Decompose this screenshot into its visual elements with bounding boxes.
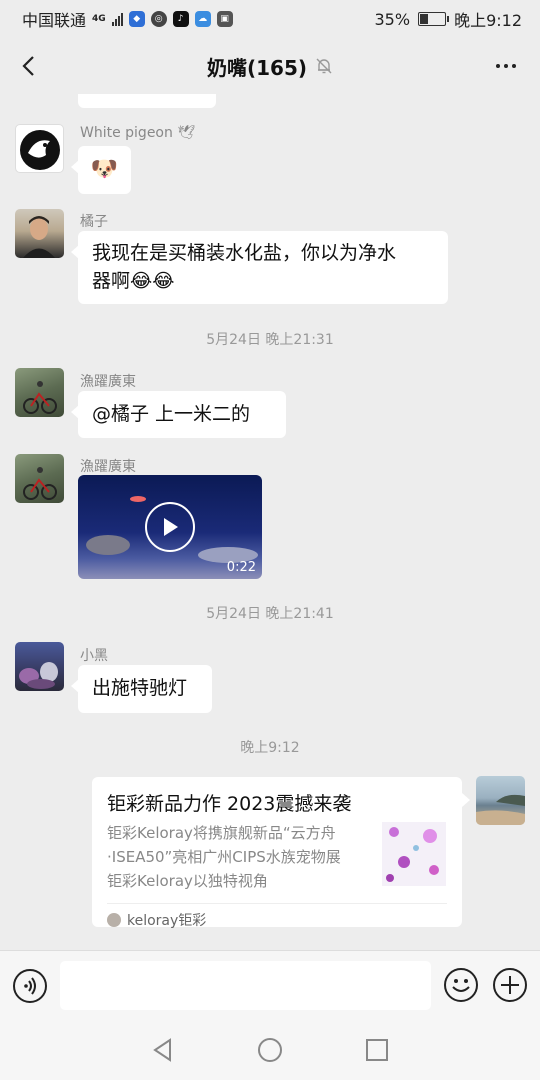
time-separator: 晚上9:12 bbox=[240, 740, 300, 756]
seaside-photo-icon bbox=[476, 794, 525, 825]
message-bubble[interactable]: @橘子 上一米二的 bbox=[71, 391, 286, 438]
sender-name: 小黑 bbox=[80, 648, 108, 664]
clock: 晚上9:12 bbox=[454, 11, 522, 30]
my-avatar[interactable] bbox=[476, 776, 525, 825]
message-text-line: 器啊😂😂 bbox=[92, 270, 175, 292]
message-bubble[interactable]: 出施特驰灯 bbox=[71, 665, 212, 713]
back-button[interactable] bbox=[14, 52, 42, 80]
plus-icon bbox=[501, 976, 519, 994]
link-card-thumbnail bbox=[382, 822, 446, 886]
message-text-line: 我现在是买桶装水化盐，你以为净水 bbox=[92, 242, 397, 264]
cloud-app-icon: ☁ bbox=[194, 11, 211, 27]
sender-name: 漁躍廣東 bbox=[80, 374, 136, 390]
source-logo-icon bbox=[107, 913, 121, 927]
emoji-message: 🐶 bbox=[90, 157, 119, 182]
emoji-icon bbox=[452, 979, 470, 992]
video-message[interactable]: 0:22 bbox=[78, 475, 262, 579]
input-bar bbox=[0, 950, 540, 1020]
time-separator: 5月24日 晚上21:41 bbox=[206, 606, 334, 622]
time-separator: 5月24日 晚上21:31 bbox=[206, 332, 334, 348]
app-browser-icon: ◎ bbox=[150, 11, 167, 27]
message-text: 出施特驰灯 bbox=[92, 677, 188, 699]
link-card-source: keloray钜彩 bbox=[127, 913, 207, 929]
bell-off-icon bbox=[316, 58, 332, 74]
voice-button[interactable] bbox=[13, 969, 47, 1003]
play-button[interactable] bbox=[145, 502, 195, 552]
more-icon bbox=[496, 64, 500, 68]
chat-area[interactable]: White pigeon 🕊 🐶 橘子 我现在是买桶装水化盐，你以为净水 器啊😂… bbox=[0, 94, 540, 950]
play-icon bbox=[164, 518, 178, 536]
app-shield-icon: ◆ bbox=[128, 11, 145, 27]
signal-icon bbox=[111, 12, 123, 26]
message-bubble[interactable]: 我现在是买桶装水化盐，你以为净水 器啊😂😂 bbox=[71, 231, 448, 304]
link-card[interactable]: 钜彩新品力作 2023震撼来袭 钜彩Keloray将携旗舰新品“云方舟 ·ISE… bbox=[92, 777, 470, 929]
avatar[interactable] bbox=[15, 209, 64, 258]
avatar[interactable] bbox=[15, 124, 64, 173]
system-nav-bar bbox=[0, 1020, 540, 1080]
message-input[interactable] bbox=[60, 961, 431, 1010]
carrier-label: 中国联通 bbox=[22, 11, 87, 30]
circle-home-icon[interactable] bbox=[256, 1036, 284, 1064]
splash-art-icon bbox=[386, 827, 439, 882]
emoji-button[interactable] bbox=[444, 968, 478, 1002]
sender-name: White pigeon 🕊 bbox=[80, 125, 196, 141]
reef-photo-icon bbox=[19, 662, 58, 689]
avatar[interactable] bbox=[15, 642, 64, 691]
app-misc-icon: ▣ bbox=[216, 11, 233, 27]
message-text: @橘子 上一米二的 bbox=[92, 403, 251, 425]
avatar[interactable] bbox=[15, 454, 64, 503]
cyclist-photo-icon bbox=[23, 467, 57, 500]
tiktok-icon: ♪ bbox=[172, 11, 189, 27]
person-photo-icon bbox=[23, 216, 55, 258]
network-label: 4G bbox=[92, 13, 106, 24]
battery-icon bbox=[418, 12, 450, 26]
title-bar: 奶嘴(165) bbox=[0, 38, 540, 94]
pigeon-logo-icon bbox=[20, 130, 60, 170]
sender-name: 橘子 bbox=[80, 214, 108, 230]
avatar[interactable] bbox=[15, 368, 64, 417]
sender-name: 漁躍廣東 bbox=[80, 459, 136, 475]
more-button[interactable] bbox=[490, 52, 522, 80]
divider bbox=[107, 903, 447, 904]
video-duration: 0:22 bbox=[226, 560, 256, 575]
triangle-back-icon[interactable] bbox=[150, 1037, 176, 1063]
chevron-left-icon bbox=[22, 56, 34, 76]
square-recents-icon[interactable] bbox=[364, 1037, 390, 1063]
cyclist-photo-icon bbox=[23, 381, 57, 414]
link-card-desc-line: 钜彩Keloray以独特视角 bbox=[107, 872, 268, 890]
link-card-title: 钜彩新品力作 2023震撼来袭 bbox=[107, 793, 352, 815]
link-card-desc-line: 钜彩Keloray将携旗舰新品“云方舟 bbox=[107, 824, 336, 842]
plus-button[interactable] bbox=[493, 968, 527, 1002]
message-bubble-partial[interactable] bbox=[78, 94, 216, 108]
chat-title: 奶嘴(165) bbox=[206, 55, 308, 80]
status-bar: 中国联通 4G ◆ ◎ ♪ ☁ ▣ 35% 晚上9:12 bbox=[0, 0, 540, 38]
link-card-desc-line: ·ISEA50”亮相广州CIPS水族宠物展 bbox=[107, 848, 341, 866]
voice-icon bbox=[24, 977, 36, 995]
battery-fill bbox=[420, 14, 429, 24]
message-bubble[interactable]: 🐶 bbox=[71, 146, 131, 194]
battery-percent: 35% bbox=[374, 9, 411, 29]
